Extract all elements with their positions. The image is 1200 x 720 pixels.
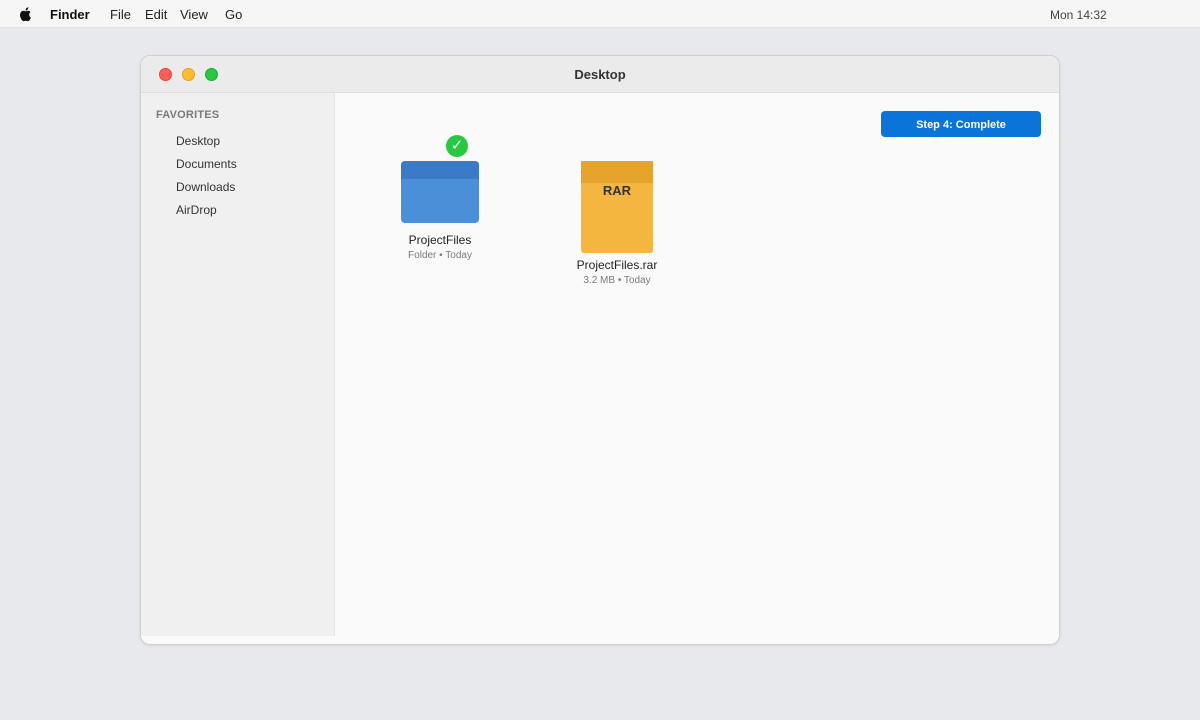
sidebar-item-downloads[interactable]: Downloads <box>176 180 235 194</box>
menu-file[interactable]: File <box>110 7 131 22</box>
window-title: Desktop <box>574 67 626 82</box>
folder-tab <box>401 161 479 179</box>
content-area: Step 4: Complete ✓ ProjectFiles Folder •… <box>336 93 1059 636</box>
checkmark-icon: ✓ <box>446 135 468 157</box>
file-meta: Folder • Today <box>408 250 472 261</box>
step-complete-button[interactable]: Step 4: Complete <box>881 111 1041 137</box>
menu-app-name[interactable]: Finder <box>50 7 90 22</box>
title-bar[interactable]: Desktop <box>141 56 1059 93</box>
menu-view[interactable]: View <box>180 7 208 22</box>
menu-edit[interactable]: Edit <box>145 7 167 22</box>
menu-clock: Mon 14:32 <box>1050 8 1107 22</box>
file-name: ProjectFiles <box>408 233 472 247</box>
menu-bar: Finder File Edit View Go Mon 14:32 <box>0 0 1200 28</box>
file-meta: 3.2 MB • Today <box>583 275 651 286</box>
file-item-projectfiles[interactable]: ProjectFiles Folder • Today <box>380 233 500 261</box>
sidebar-item-desktop[interactable]: Desktop <box>176 134 220 148</box>
archive-label: RAR <box>602 183 632 198</box>
sidebar-item-airdrop[interactable]: AirDrop <box>176 203 217 217</box>
sidebar-heading-favorites: FAVORITES <box>156 109 220 121</box>
archive-top-band <box>581 161 653 183</box>
file-item-projectfiles-rar[interactable]: ProjectFiles.rar 3.2 MB • Today <box>557 258 677 286</box>
sidebar: FAVORITES Desktop Documents Downloads Ai… <box>141 93 335 636</box>
rar-archive-icon[interactable]: RAR <box>581 161 653 253</box>
menu-go[interactable]: Go <box>225 7 242 22</box>
finder-window: Desktop FAVORITES Desktop Documents Down… <box>140 55 1060 645</box>
file-name: ProjectFiles.rar <box>576 258 658 272</box>
folder-icon[interactable] <box>401 161 479 223</box>
apple-icon[interactable] <box>18 6 32 22</box>
sidebar-item-documents[interactable]: Documents <box>176 157 237 171</box>
